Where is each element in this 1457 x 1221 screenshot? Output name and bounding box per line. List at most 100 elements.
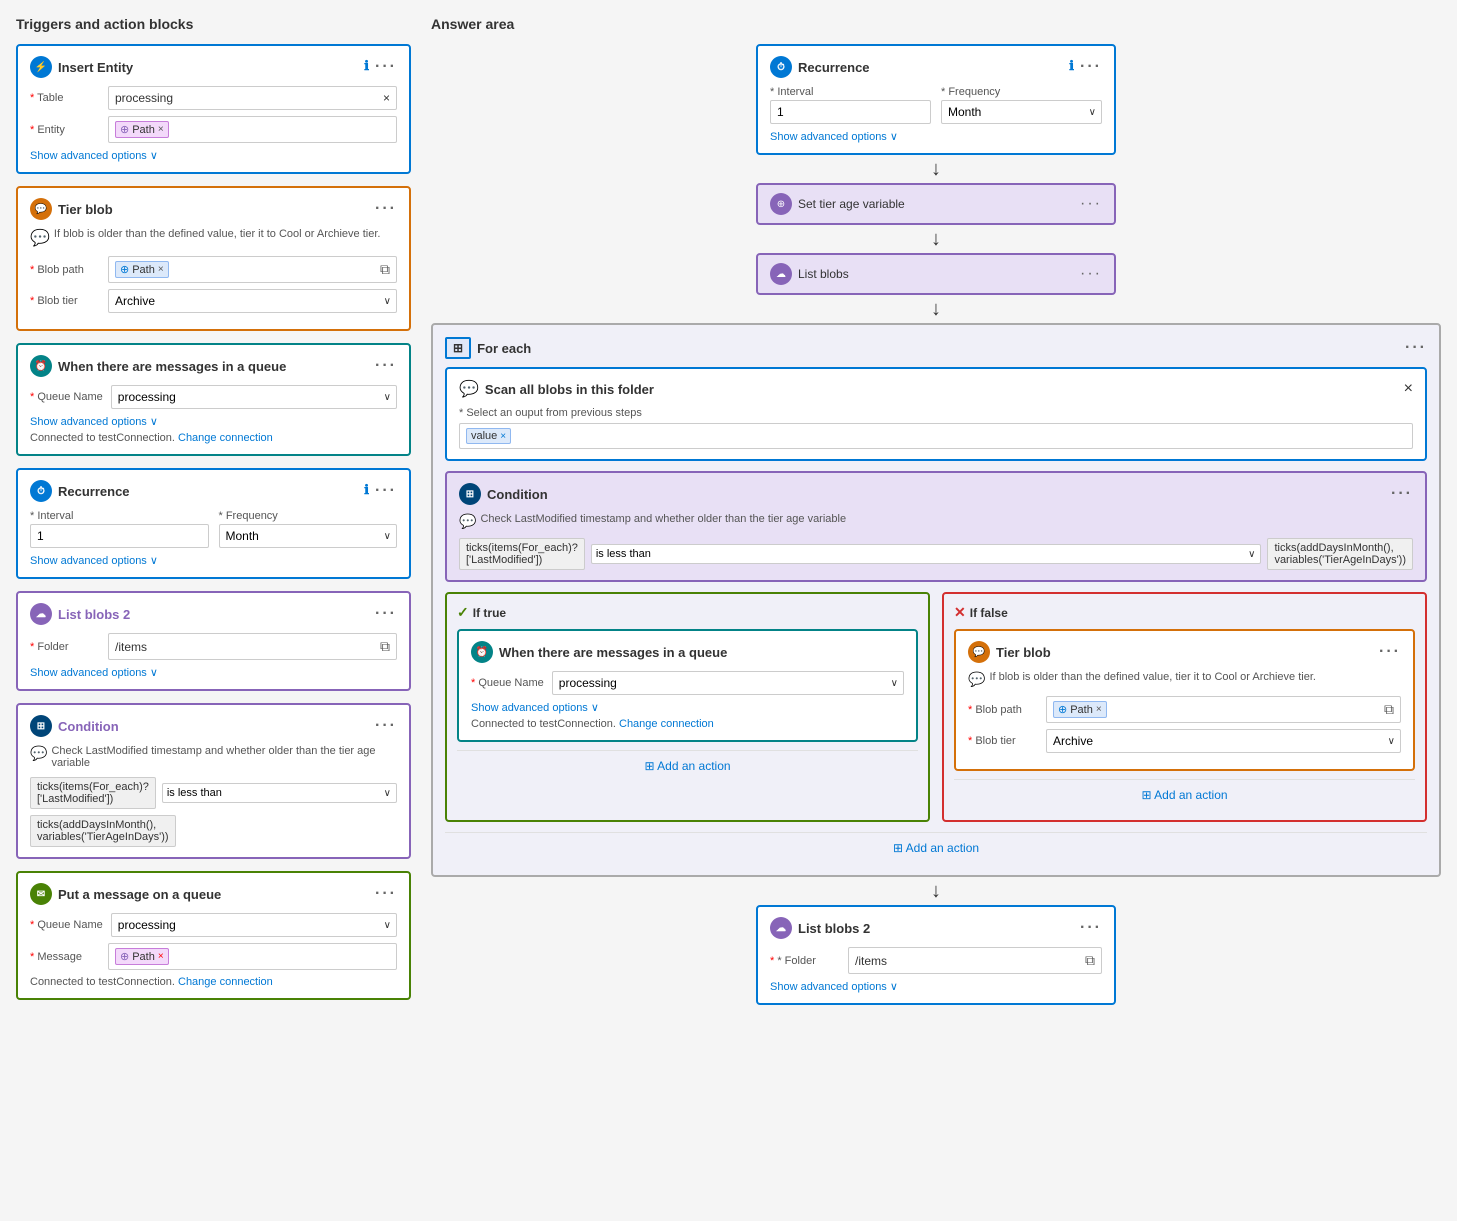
- condition-left-ellipsis[interactable]: ···: [375, 717, 397, 735]
- insert-entity-actions: ℹ ···: [364, 58, 397, 76]
- scan-header: 💬 Scan all blobs in this folder ×: [459, 379, 1413, 399]
- folder-field: Folder /items ⧉: [30, 633, 397, 660]
- put-path-remove[interactable]: ×: [158, 951, 164, 962]
- condition-op-wrapper: is less than: [162, 783, 397, 803]
- blob-tier-field: Blob tier Archive Cool: [30, 289, 397, 313]
- recurrence-answer-actions: ℹ ···: [1069, 58, 1102, 76]
- list-blobs-icon: ☁: [770, 263, 792, 285]
- list-blobs2-show-advanced[interactable]: Show advanced options ∨: [30, 666, 397, 679]
- frequency-select[interactable]: Month Day Hour Minute: [219, 524, 398, 548]
- put-message-ellipsis[interactable]: ···: [375, 885, 397, 903]
- r-interval-group: * Interval: [770, 86, 931, 124]
- recurrence-show-advanced[interactable]: Show advanced options ∨: [30, 554, 397, 567]
- scan-value-tag: value ×: [466, 428, 511, 444]
- list-blobs-content: ☁ List blobs: [770, 263, 849, 285]
- foreach-condition-title: Condition: [487, 487, 548, 502]
- set-var-ellipsis[interactable]: ···: [1080, 195, 1102, 213]
- if-false-path-remove[interactable]: ×: [1096, 704, 1102, 715]
- lb2-folder-copy[interactable]: ⧉: [1085, 952, 1095, 969]
- fc-left-cell: ticks(items(For_each)?['LastModified']): [459, 538, 585, 570]
- if-true-queue-select[interactable]: processing: [552, 671, 904, 695]
- queue-change-conn[interactable]: Change connection: [178, 432, 273, 444]
- recurrence-left-ellipsis[interactable]: ···: [375, 482, 397, 500]
- put-change-conn[interactable]: Change connection: [178, 976, 273, 988]
- recurrence-left-title: Recurrence: [58, 484, 130, 499]
- queue-messages-ellipsis[interactable]: ···: [375, 357, 397, 375]
- insert-entity-ellipsis[interactable]: ···: [375, 58, 397, 76]
- insert-entity-info-icon[interactable]: ℹ: [364, 58, 369, 76]
- put-message-header: ✉ Put a message on a queue ···: [30, 883, 397, 905]
- if-true-add-icon: ⊞: [644, 759, 654, 773]
- foreach-condition-icon: ⊞: [459, 483, 481, 505]
- table-value[interactable]: processing ×: [108, 86, 397, 110]
- foreach-condition-row: ticks(items(For_each)?['LastModified']) …: [459, 538, 1413, 570]
- r-interval-input[interactable]: [770, 100, 931, 124]
- scan-value-remove[interactable]: ×: [500, 431, 506, 442]
- put-queue-select[interactable]: processing: [111, 913, 397, 937]
- if-true-queue-header: ⏰ When there are messages in a queue: [471, 641, 904, 663]
- fc-op-select[interactable]: is less than: [591, 544, 1262, 564]
- left-panel: Triggers and action blocks ⚡ Insert Enti…: [16, 16, 411, 1012]
- blob-path-copy[interactable]: ⧉: [380, 261, 390, 278]
- foreach-condition-ellipsis[interactable]: ···: [1391, 485, 1413, 503]
- blob-tier-select[interactable]: Archive Cool: [108, 289, 397, 313]
- if-false-label: If false: [970, 606, 1008, 620]
- recurrence-left-info[interactable]: ℹ: [364, 482, 369, 500]
- scan-bubble-icon: 💬: [459, 379, 479, 399]
- r-frequency-select[interactable]: Month Day: [941, 100, 1102, 124]
- r-show-advanced[interactable]: Show advanced options ∨: [770, 130, 1102, 143]
- if-false-tier-ellipsis[interactable]: ···: [1379, 643, 1401, 661]
- list-blobs-mini-card: ☁ List blobs ···: [756, 253, 1116, 295]
- if-false-path-copy[interactable]: ⧉: [1384, 701, 1394, 718]
- tier-blob-card: 💬 Tier blob ··· 💬 If blob is older than …: [16, 186, 411, 331]
- list-blobs2-bottom-card: ☁ List blobs 2 ··· * Folder /items ⧉ Sho…: [756, 905, 1116, 1005]
- foreach-ellipsis[interactable]: ···: [1405, 339, 1427, 357]
- tier-blob-actions: ···: [375, 200, 397, 218]
- recurrence-answer-ellipsis[interactable]: ···: [1080, 58, 1102, 76]
- list-blobs2-ellipsis[interactable]: ···: [375, 605, 397, 623]
- if-false-tier-title: Tier blob: [996, 645, 1051, 660]
- list-blobs2-bottom-actions: ···: [1080, 919, 1102, 937]
- list-blobs-ellipsis[interactable]: ···: [1080, 265, 1102, 283]
- list-blobs2-actions: ···: [375, 605, 397, 623]
- insert-entity-show-advanced[interactable]: Show advanced options ∨: [30, 149, 397, 162]
- recurrence-left-card: ⏱ Recurrence ℹ ··· * Interval * Frequenc…: [16, 468, 411, 579]
- entity-path-remove[interactable]: ×: [158, 124, 164, 135]
- condition-left-card: ⊞ Condition ··· 💬 Check LastModified tim…: [16, 703, 411, 859]
- if-false-bubble: 💬: [968, 671, 985, 688]
- if-true-change-conn[interactable]: Change connection: [619, 718, 714, 730]
- recurrence-answer-info[interactable]: ℹ: [1069, 58, 1074, 76]
- list-blobs2-left-card: ☁ List blobs 2 ··· Folder /items ⧉ Show …: [16, 591, 411, 691]
- if-false-add-action[interactable]: ⊞ Add an action: [954, 779, 1415, 810]
- list-blobs2-bottom-ellipsis[interactable]: ···: [1080, 919, 1102, 937]
- lb2-folder-value: /items ⧉: [848, 947, 1102, 974]
- interval-input[interactable]: [30, 524, 209, 548]
- scan-close[interactable]: ×: [1404, 380, 1413, 398]
- if-false-tier-actions: ···: [1379, 643, 1401, 661]
- tier-blob-ellipsis[interactable]: ···: [375, 200, 397, 218]
- blob-path-text: Path: [132, 264, 155, 276]
- r-interval-label: * Interval: [770, 86, 931, 98]
- tier-blob-title: Tier blob: [58, 202, 113, 217]
- list-blobs2-title: List blobs 2: [58, 607, 130, 622]
- foreach-add-action[interactable]: ⊞ Add an action: [445, 832, 1427, 863]
- queue-show-advanced[interactable]: Show advanced options ∨: [30, 415, 397, 428]
- folder-copy[interactable]: ⧉: [380, 638, 390, 655]
- lb2-show-advanced[interactable]: Show advanced options ∨: [770, 980, 1102, 993]
- if-true-add-action[interactable]: ⊞ Add an action: [457, 750, 918, 781]
- put-queue-label: Queue Name: [30, 919, 103, 931]
- if-false-btier-select[interactable]: Archive Cool: [1046, 729, 1401, 753]
- table-clear-icon[interactable]: ×: [383, 91, 390, 105]
- blob-path-remove[interactable]: ×: [158, 264, 164, 275]
- if-true-check-icon: ✓: [457, 604, 469, 621]
- tier-blob-bubble-icon: 💬: [30, 228, 50, 248]
- if-true-queue-title: When there are messages in a queue: [499, 645, 727, 660]
- lb2-folder-field: * Folder /items ⧉: [770, 947, 1102, 974]
- queue-name-select[interactable]: processing: [111, 385, 397, 409]
- foreach-condition-header: ⊞ Condition ···: [459, 483, 1413, 505]
- arrow-4: ↓: [931, 877, 941, 905]
- if-false-path-icon: ⊕: [1058, 703, 1067, 716]
- scan-value-field[interactable]: value ×: [459, 423, 1413, 449]
- if-true-show-adv[interactable]: Show advanced options ∨: [471, 701, 904, 714]
- condition-op-select[interactable]: is less than: [162, 783, 397, 803]
